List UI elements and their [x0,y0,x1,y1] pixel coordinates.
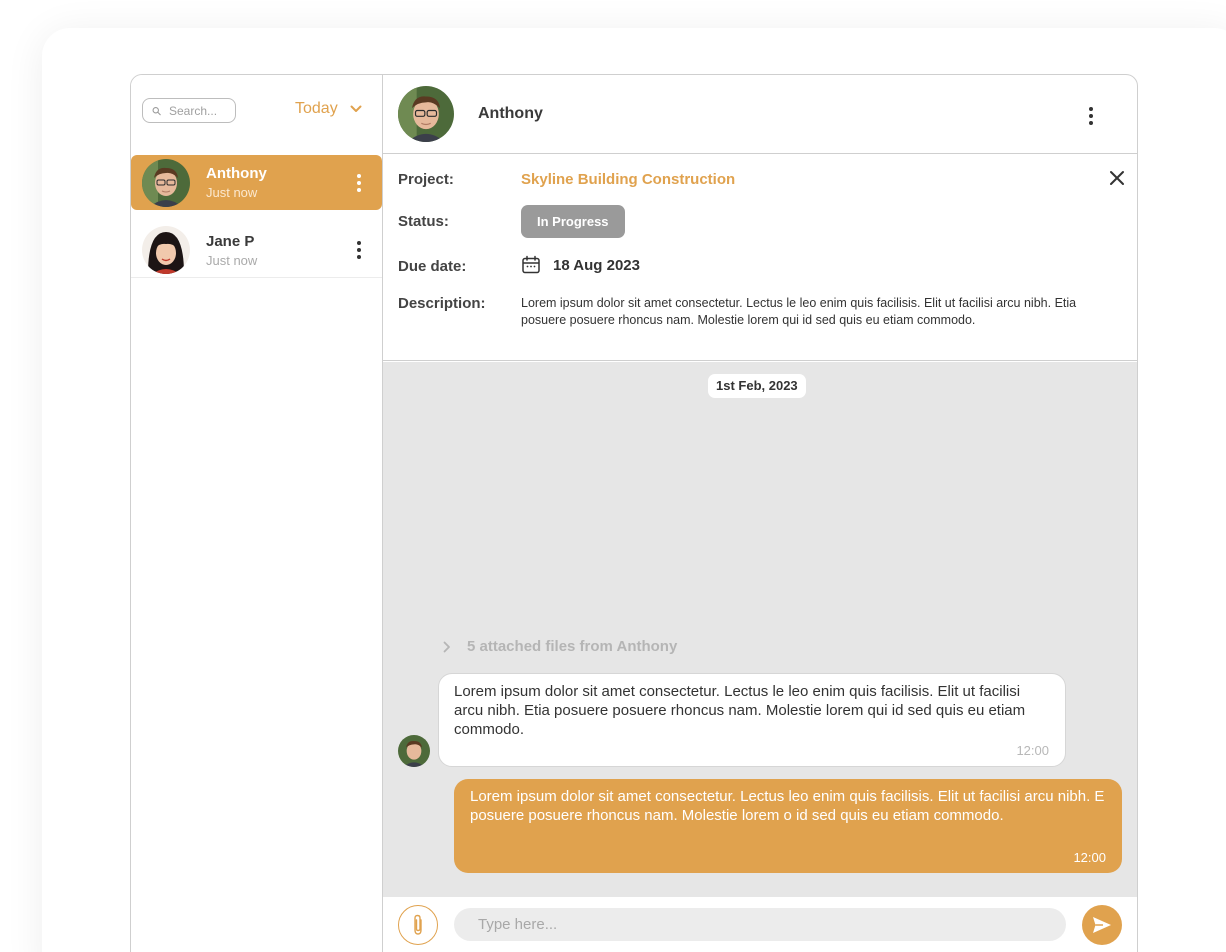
contact-time: Just now [206,185,258,200]
conversation-title: Anthony [478,105,543,122]
contact-item-anthony[interactable]: Anthony Just now [131,155,382,210]
conversation-header: Anthony [383,75,1137,154]
outgoing-message[interactable]: Lorem ipsum dolor sit amet consectetur. … [454,779,1122,873]
more-vertical-icon[interactable] [357,241,361,259]
search-icon [152,106,161,115]
status-label: Status: [398,213,449,230]
due-date-value: 18 Aug 2023 [553,256,640,274]
contact-name: Jane P [206,232,255,250]
calendar-icon [522,255,540,274]
send-button[interactable] [1082,905,1122,945]
chat-app: Today Anthony Just now [130,74,1138,952]
message-thread[interactable]: 1st Feb, 2023 5 attached files from Anth… [383,362,1137,897]
sidebar: Today Anthony Just now [131,75,383,952]
contact-meta: Anthony Just now [206,165,357,200]
date-filter-label: Today [295,100,338,117]
contact-item-jane[interactable]: Jane P Just now [131,223,382,278]
incoming-message[interactable]: Lorem ipsum dolor sit amet consectetur. … [438,673,1066,767]
date-filter-dropdown[interactable]: Today [295,100,362,118]
project-details: Project: Skyline Building Construction S… [383,154,1137,361]
attached-files-toggle[interactable]: 5 attached files from Anthony [443,638,677,655]
contact-name: Anthony [206,165,267,182]
search-input[interactable] [169,103,235,118]
description-value: Lorem ipsum dolor sit amet consectetur. … [521,296,1077,327]
due-date-label: Due date: [398,258,467,275]
more-vertical-icon[interactable] [357,173,361,192]
search-box[interactable] [142,98,236,123]
message-input[interactable] [454,908,1066,941]
avatar [142,158,190,207]
more-vertical-icon[interactable] [1089,107,1093,125]
close-icon[interactable] [1107,168,1127,188]
project-value[interactable]: Skyline Building Construction [521,171,735,188]
avatar [398,735,430,767]
chevron-down-icon [350,105,362,112]
avatar [398,86,454,142]
message-text: Lorem ipsum dolor sit amet consectetur. … [454,683,1026,738]
date-separator: 1st Feb, 2023 [708,374,806,398]
status-badge: In Progress [521,205,625,238]
message-time: 12:00 [1073,850,1106,865]
paperclip-icon [414,914,422,935]
conversation-panel: Anthony Project: Skyline Building Constr… [383,75,1137,952]
chevron-right-icon [443,641,450,652]
message-composer [383,897,1137,952]
contact-time: Just now [206,252,258,268]
message-text: Lorem ipsum dolor sit amet consectetur. … [470,788,1105,824]
due-date: 18 Aug 2023 [521,255,640,275]
send-icon [1093,917,1111,933]
attach-button[interactable] [398,905,438,945]
description-label: Description: [398,295,486,312]
project-label: Project: [398,171,454,188]
attached-files-label: 5 attached files from Anthony [467,638,678,655]
avatar [142,226,190,274]
contact-meta: Jane P Just now [206,233,357,268]
message-time: 12:00 [1016,743,1049,758]
